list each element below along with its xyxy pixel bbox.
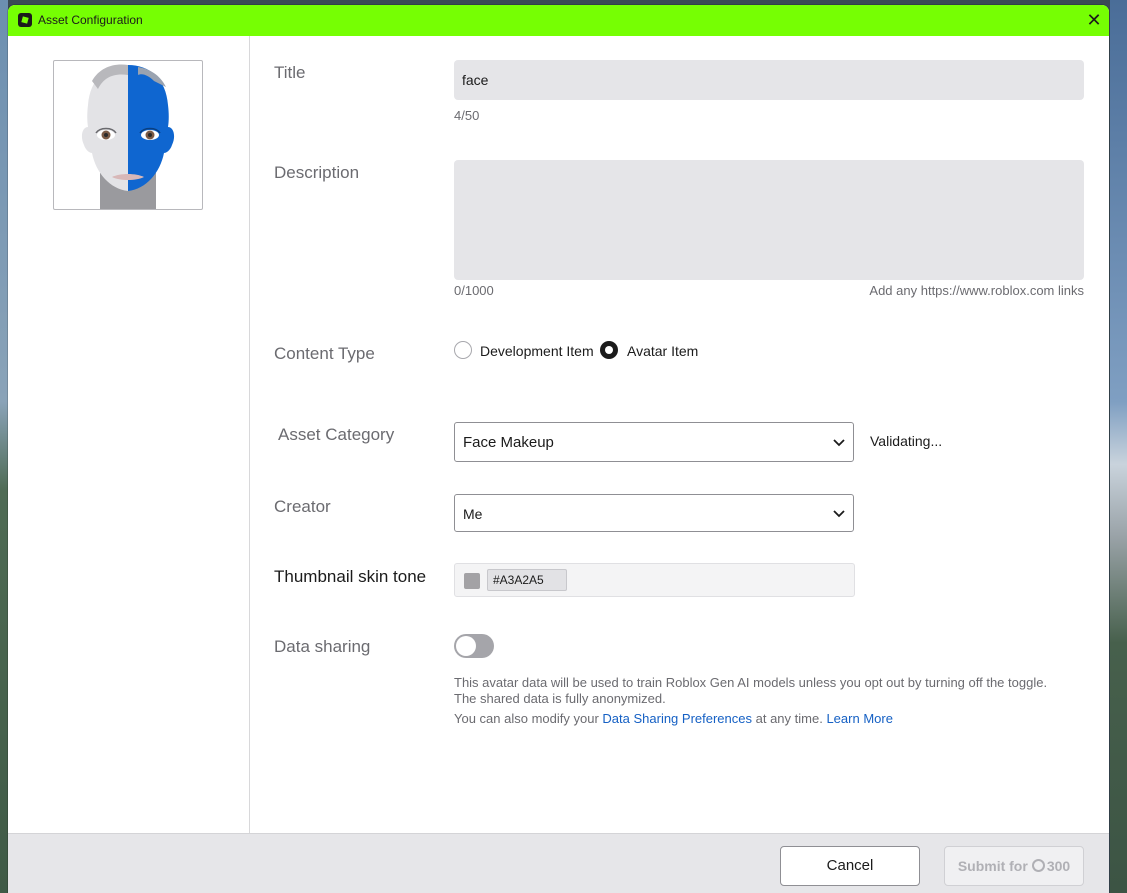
asset-category-label: Asset Category: [278, 425, 395, 444]
description-label: Description: [274, 163, 360, 182]
asset-category-value: Face Makeup: [463, 434, 554, 451]
asset-configuration-dialog: Asset Configuration ✕ Title face 4/50 De…: [8, 5, 1109, 893]
face-preview-image: [81, 64, 175, 209]
data-sharing-label: Data sharing: [274, 637, 371, 656]
title-label: Title: [274, 63, 306, 82]
creator-label: Creator: [274, 497, 331, 516]
preview-pane: [8, 36, 250, 833]
toggle-knob: [456, 636, 476, 656]
data-sharing-preferences-link[interactable]: Data Sharing Preferences: [602, 711, 752, 726]
data-sharing-preferences-line: You can also modify your Data Sharing Pr…: [454, 711, 893, 726]
title-input-value: face: [462, 72, 489, 88]
cancel-button[interactable]: Cancel: [780, 846, 920, 886]
window-title: Asset Configuration: [38, 13, 143, 27]
data-sharing-toggle[interactable]: [454, 634, 494, 658]
submit-button[interactable]: Submit for 300: [944, 846, 1084, 886]
title-char-counter: 4/50: [454, 108, 480, 123]
creator-select[interactable]: Me: [454, 494, 854, 532]
preferences-prefix: You can also modify your: [454, 711, 599, 726]
chevron-down-icon: [833, 510, 845, 518]
description-input[interactable]: [454, 160, 1084, 280]
background-scene-left: [0, 0, 8, 893]
title-input[interactable]: face: [454, 60, 1084, 100]
content-type-label: Content Type: [274, 344, 375, 363]
learn-more-link[interactable]: Learn More: [826, 711, 892, 726]
radio-development-item-label[interactable]: Development Item: [480, 343, 594, 359]
description-char-counter: 0/1000: [454, 283, 494, 298]
skin-tone-label: Thumbnail skin tone: [274, 567, 427, 586]
asset-category-status: Validating...: [870, 433, 943, 449]
robux-icon: [1031, 859, 1045, 872]
asset-thumbnail: [53, 60, 203, 210]
preferences-suffix: at any time.: [755, 711, 823, 726]
asset-category-select[interactable]: Face Makeup: [454, 422, 854, 462]
skin-tone-hex-input[interactable]: #A3A2A5: [487, 569, 567, 591]
radio-avatar-item[interactable]: [600, 341, 618, 359]
submit-price: 300: [1046, 858, 1071, 874]
radio-avatar-item-label[interactable]: Avatar Item: [627, 343, 698, 359]
title-bar: Asset Configuration ✕: [8, 5, 1109, 36]
roblox-studio-icon: [18, 13, 32, 27]
data-sharing-description: This avatar data will be used to train R…: [454, 675, 1048, 690]
radio-development-item[interactable]: [454, 341, 472, 359]
creator-value: Me: [463, 506, 483, 522]
description-hint: Add any https://www.roblox.com links: [869, 283, 1084, 298]
close-button[interactable]: ✕: [1079, 5, 1109, 36]
skin-tone-swatch[interactable]: [464, 573, 480, 589]
submit-label: Submit for: [957, 858, 1028, 874]
data-sharing-anonymized-note: The shared data is fully anonymized.: [454, 691, 666, 706]
chevron-down-icon: [833, 439, 845, 447]
background-scene-right: [1110, 0, 1127, 893]
skin-tone-picker: #A3A2A5: [454, 563, 855, 597]
dialog-footer: Cancel Submit for 300: [8, 833, 1109, 893]
